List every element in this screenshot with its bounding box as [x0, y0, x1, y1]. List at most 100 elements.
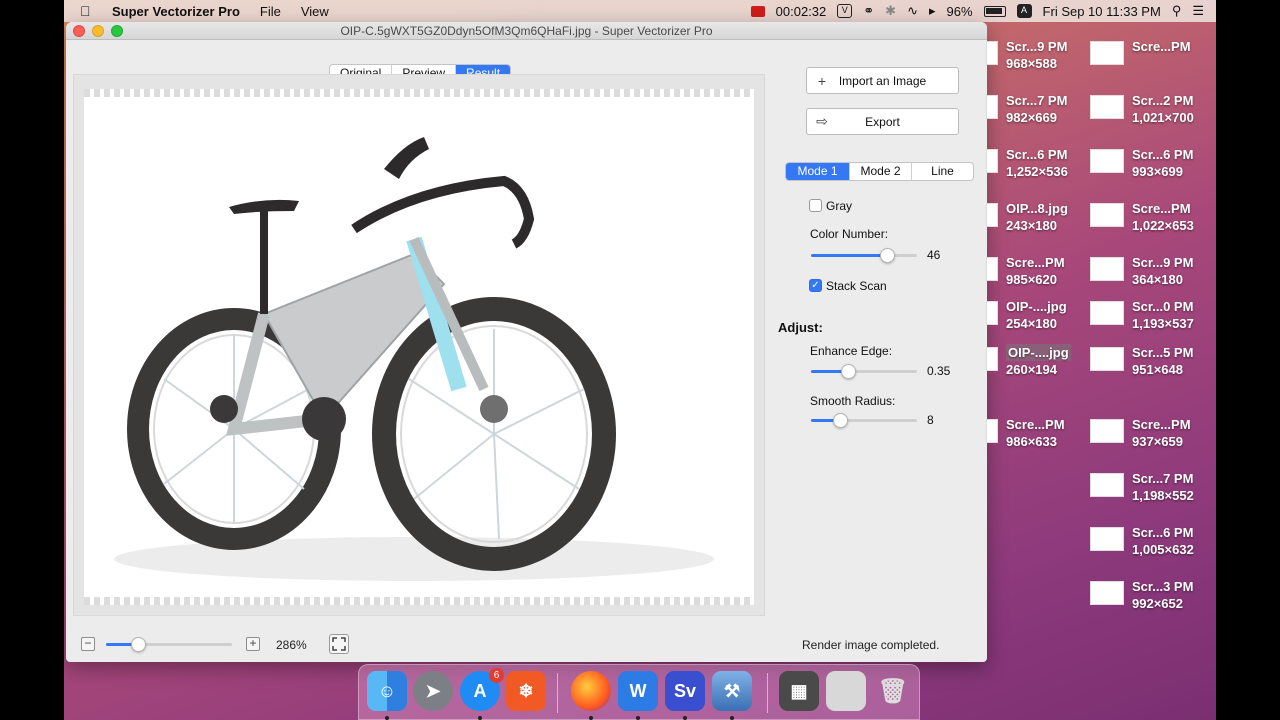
fit-screen-icon [332, 637, 346, 651]
desktop-file-label: Scr...6 PM 1,005×632 [1132, 524, 1194, 558]
app-store-running-dot [478, 716, 482, 720]
wps-running-dot [636, 716, 640, 720]
color-number-slider[interactable] [811, 248, 917, 263]
smooth-radius-value: 8 [927, 413, 934, 427]
enhance-edge-slider-knob[interactable] [841, 364, 856, 379]
wps-office-icon[interactable]: W [618, 671, 658, 711]
file-dimensions: 260×194 [1006, 362, 1057, 377]
desktop-file[interactable]: Scr...3 PM 992×652 [1090, 578, 1193, 612]
desktop-file-label: Scre...PM 937×659 [1132, 416, 1191, 450]
zoom-slider[interactable] [106, 637, 232, 652]
recording-time[interactable]: 00:02:32 [776, 4, 827, 19]
app-store-badge: 6 [489, 668, 504, 683]
desktop-file[interactable]: Scr...7 PM 982×669 [986, 92, 1067, 126]
enhance-edge-value: 0.35 [927, 364, 951, 378]
import-image-button[interactable]: + Import an Image [806, 67, 959, 94]
dock-separator-2 [767, 673, 768, 713]
file-thumbnail-icon [986, 419, 998, 443]
plus-icon: + [817, 72, 827, 89]
zoom-window-button[interactable] [111, 25, 123, 37]
downloads-stack-icon[interactable] [826, 671, 866, 711]
xcode-icon[interactable]: ⚒ [712, 671, 752, 711]
bluetooth-icon[interactable]: ✱ [885, 3, 896, 19]
desktop-file[interactable]: Scr...6 PM 1,005×632 [1090, 524, 1194, 558]
desktop-file[interactable]: Scr...6 PM 1,252×536 [986, 146, 1068, 180]
desktop-file[interactable]: OIP-....jpg 254×180 [986, 298, 1067, 332]
tab-line[interactable]: Line [912, 163, 973, 180]
desktop-file[interactable]: Scre...PM 1,022×653 [1090, 200, 1194, 234]
desktop-file[interactable]: Scre...PM 937×659 [1090, 416, 1191, 450]
battery-percent[interactable]: 96% [947, 4, 973, 19]
file-name: Scr...7 PM [1132, 471, 1194, 486]
result-canvas[interactable] [84, 89, 754, 605]
stack-scan-label: Stack Scan [826, 279, 887, 293]
file-dimensions: 1,193×537 [1132, 316, 1194, 331]
desktop-file-label: Scr...0 PM 1,193×537 [1132, 298, 1194, 332]
apple-menu-icon[interactable]:  [80, 3, 102, 19]
export-label: Export [865, 114, 900, 129]
color-number-slider-knob[interactable] [880, 248, 895, 263]
zoom-slider-knob[interactable] [131, 637, 146, 652]
smooth-radius-slider-knob[interactable] [833, 413, 848, 428]
tab-mode-2[interactable]: Mode 2 [850, 163, 912, 180]
desktop-file[interactable]: Scr...6 PM 993×699 [1090, 146, 1193, 180]
vectorizer-menu-icon[interactable]: V [837, 4, 853, 18]
desktop-file[interactable]: Scre...PM 985×620 [986, 254, 1065, 288]
fit-to-window-button[interactable] [329, 634, 349, 654]
file-thumbnail-icon [986, 203, 998, 227]
tab-mode-1[interactable]: Mode 1 [786, 163, 850, 180]
volume-icon[interactable]: ▸ [929, 3, 936, 19]
finder-icon[interactable]: ☺ [367, 671, 407, 711]
file-thumbnail-icon [1090, 41, 1124, 65]
desktop-file[interactable]: Scre...PM [1090, 38, 1191, 65]
stack-scan-checkbox[interactable]: ✓ [809, 279, 822, 292]
firefox-icon[interactable] [571, 671, 611, 711]
close-window-button[interactable] [73, 25, 85, 37]
super-vectorizer-icon[interactable]: Sv [665, 671, 705, 711]
desktop-file[interactable]: Scr...9 PM 968×588 [986, 38, 1067, 72]
view-menu[interactable]: View [301, 4, 329, 19]
input-source-icon[interactable]: A [1016, 4, 1032, 18]
smooth-radius-slider[interactable] [811, 413, 917, 428]
gray-checkbox[interactable] [809, 199, 822, 212]
desktop-file[interactable]: OIP-....jpg 260×194 [986, 344, 1071, 378]
creative-cloud-icon[interactable]: ⚭ [863, 3, 874, 19]
export-button[interactable]: ⇨ Export [806, 108, 959, 135]
file-dimensions: 993×699 [1132, 164, 1183, 179]
battery-icon[interactable] [983, 5, 1006, 17]
enhance-edge-slider[interactable] [811, 364, 917, 379]
desktop-file[interactable]: OIP...8.jpg 243×180 [986, 200, 1068, 234]
desktop-file[interactable]: Scr...5 PM 951×648 [1090, 344, 1193, 378]
trash-icon[interactable]: 🗑 [873, 671, 913, 711]
desktop-file[interactable]: Scr...2 PM 1,021×700 [1090, 92, 1194, 126]
file-menu[interactable]: File [260, 4, 281, 19]
clock[interactable]: Fri Sep 10 11:33 PM [1043, 4, 1161, 19]
desktop-file-label: Scre...PM 1,022×653 [1132, 200, 1194, 234]
zoom-out-button[interactable]: − [81, 637, 95, 651]
recording-icon[interactable] [750, 5, 765, 17]
app-menu[interactable]: Super Vectorizer Pro [112, 4, 240, 19]
file-dimensions: 1,198×552 [1132, 488, 1194, 503]
wifi-icon[interactable]: ∿ [907, 3, 918, 19]
enhance-edge-label: Enhance Edge: [810, 344, 893, 358]
file-name: Scr...6 PM [1132, 525, 1194, 540]
desktop-file[interactable]: Scr...9 PM 364×180 [1090, 254, 1193, 288]
desktop-file[interactable]: Scre...PM 986×633 [986, 416, 1065, 450]
file-name: Scre...PM [1006, 417, 1065, 432]
file-name: Scre...PM [1132, 417, 1191, 432]
spotlight-search-icon[interactable]: ⚲ [1172, 3, 1182, 19]
launchpad-icon[interactable]: ➤ [413, 671, 453, 711]
canvas-well [73, 74, 765, 616]
desktop-file[interactable]: Scr...7 PM 1,198×552 [1090, 470, 1194, 504]
minimize-window-button[interactable] [92, 25, 104, 37]
control-center-icon[interactable]: ☰ [1192, 3, 1204, 19]
title-bar[interactable]: OIP-C.5gWXT5GZ0Ddyn5OfM3Qm6QHaFi.jpg - S… [66, 22, 987, 40]
app-store-icon[interactable]: A 6 [460, 668, 504, 711]
zoom-in-button[interactable]: + [246, 637, 260, 651]
network-app-icon[interactable]: ❄ [506, 671, 546, 711]
file-thumbnail-icon [1090, 347, 1124, 371]
desktop-file[interactable]: Scr...0 PM 1,193×537 [1090, 298, 1194, 332]
screenshot-stack-icon[interactable]: ▦ [779, 671, 819, 711]
file-name: Scre...PM [1006, 255, 1065, 270]
file-name: Scr...5 PM [1132, 345, 1194, 360]
